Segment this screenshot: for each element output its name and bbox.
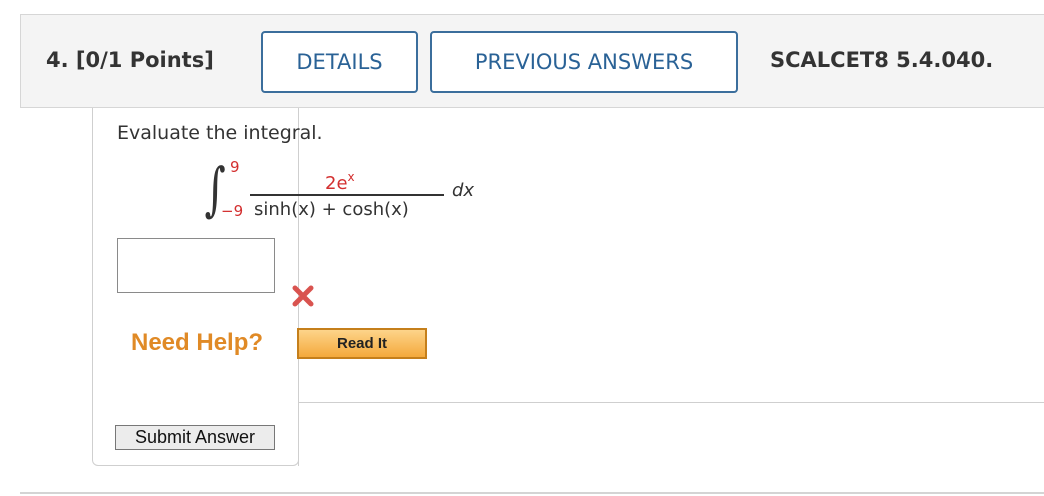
question-prompt: Evaluate the integral. bbox=[117, 122, 323, 144]
previous-answers-button[interactable]: PREVIOUS ANSWERS bbox=[430, 31, 738, 93]
submit-panel-border bbox=[298, 402, 1044, 466]
course-code: SCALCET8 5.4.040. bbox=[770, 48, 994, 72]
need-help-label: Need Help? bbox=[131, 329, 264, 356]
wrong-x-icon bbox=[292, 285, 314, 307]
denominator: sinh(x) + cosh(x) bbox=[254, 199, 409, 220]
bottom-divider bbox=[20, 492, 1044, 494]
numerator-exponent: x bbox=[347, 170, 355, 184]
answer-input[interactable] bbox=[117, 238, 275, 293]
fraction-line bbox=[250, 194, 444, 196]
upper-limit: 9 bbox=[230, 158, 240, 176]
submit-answer-button[interactable]: Submit Answer bbox=[115, 425, 275, 450]
details-button[interactable]: DETAILS bbox=[261, 31, 418, 93]
differential: dx bbox=[452, 180, 475, 201]
question-number-points: 4. [0/1 Points] bbox=[46, 48, 214, 72]
numerator: 2ex bbox=[325, 170, 355, 194]
read-it-button[interactable]: Read It bbox=[297, 328, 427, 359]
numerator-base: 2e bbox=[325, 173, 348, 194]
lower-limit: −9 bbox=[221, 202, 244, 220]
